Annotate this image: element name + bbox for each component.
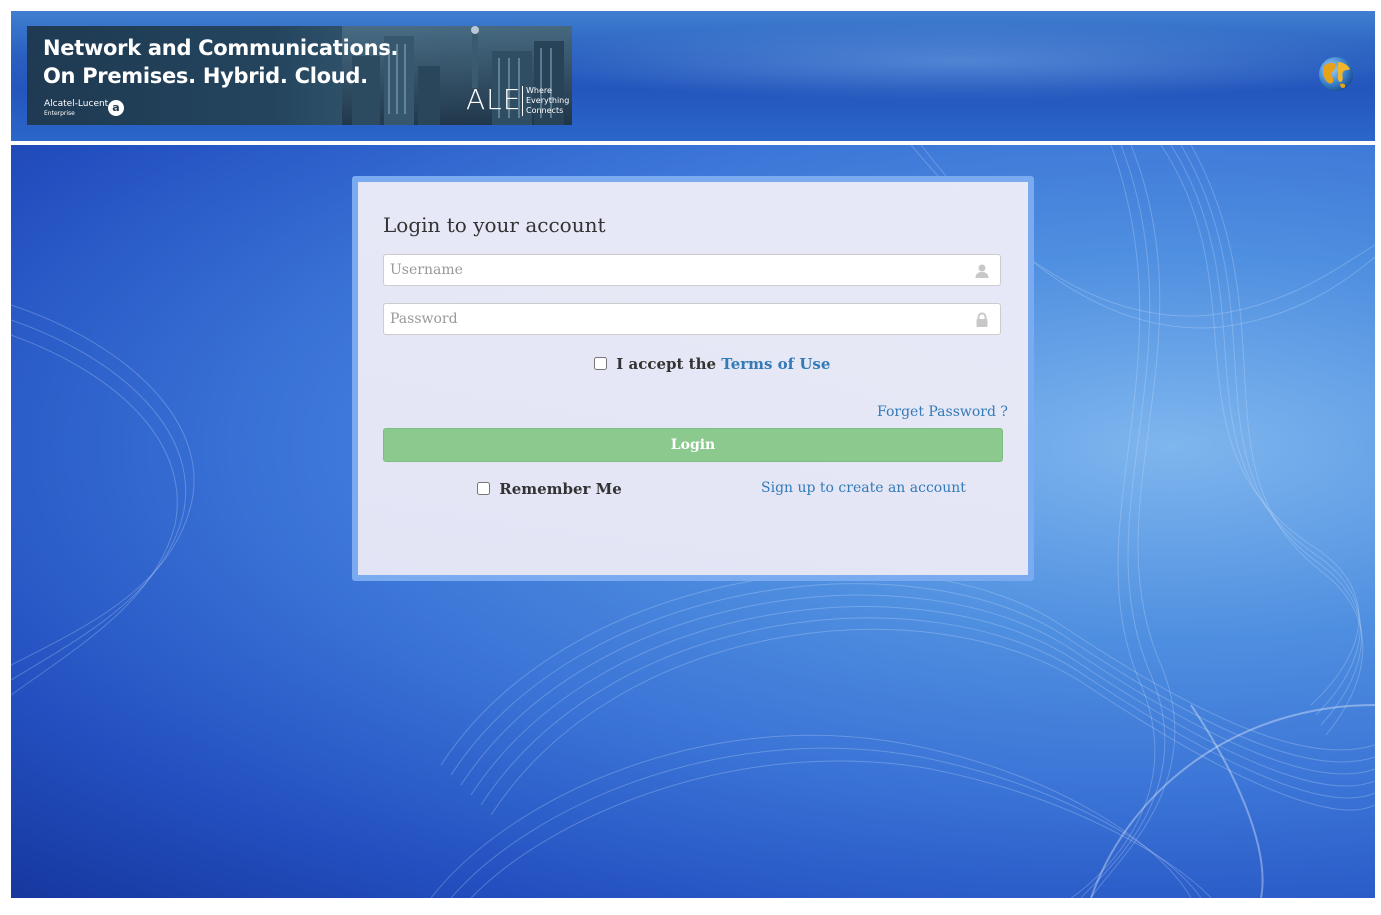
username-input[interactable] <box>384 255 970 285</box>
forget-password-link[interactable]: Forget Password ? <box>877 404 1008 420</box>
terms-checkbox[interactable] <box>594 357 607 370</box>
alcatel-lucent-icon: a <box>108 100 124 116</box>
ale-logo: ALE <box>466 83 522 116</box>
globe-icon[interactable] <box>1318 56 1354 92</box>
terms-label: I accept the <box>616 355 722 373</box>
remember-me-row: Remember Me <box>477 480 622 498</box>
brand-sub: Enterprise <box>44 110 75 117</box>
terms-row: I accept the Terms of Use <box>594 355 830 373</box>
ale-tagline: Where Everything Connects <box>522 86 572 116</box>
banner-headline-2: On Premises. Hybrid. Cloud. <box>43 64 368 88</box>
login-button[interactable]: Login <box>383 428 1003 462</box>
alcatel-lucent-logo: Alcatel-Lucent Enterprise <box>44 99 108 119</box>
brand-name: Alcatel-Lucent <box>44 99 109 109</box>
page-frame: Network and Communications. On Premises.… <box>11 11 1375 898</box>
user-icon <box>975 264 989 278</box>
ale-banner[interactable]: Network and Communications. On Premises.… <box>27 26 572 125</box>
username-field[interactable] <box>383 254 1001 286</box>
signup-link[interactable]: Sign up to create an account <box>761 480 966 496</box>
password-field[interactable] <box>383 303 1001 335</box>
banner-headline-1: Network and Communications. <box>43 36 399 60</box>
remember-me-label: Remember Me <box>499 480 622 498</box>
login-title: Login to your account <box>383 213 606 237</box>
remember-me-checkbox[interactable] <box>477 482 490 495</box>
main-background: Login to your account I accept the Terms… <box>11 145 1375 898</box>
terms-of-use-link[interactable]: Terms of Use <box>721 355 830 373</box>
password-input[interactable] <box>384 304 970 334</box>
login-card: Login to your account I accept the Terms… <box>352 176 1034 581</box>
header-bar: Network and Communications. On Premises.… <box>11 11 1375 141</box>
lock-icon <box>976 312 988 327</box>
